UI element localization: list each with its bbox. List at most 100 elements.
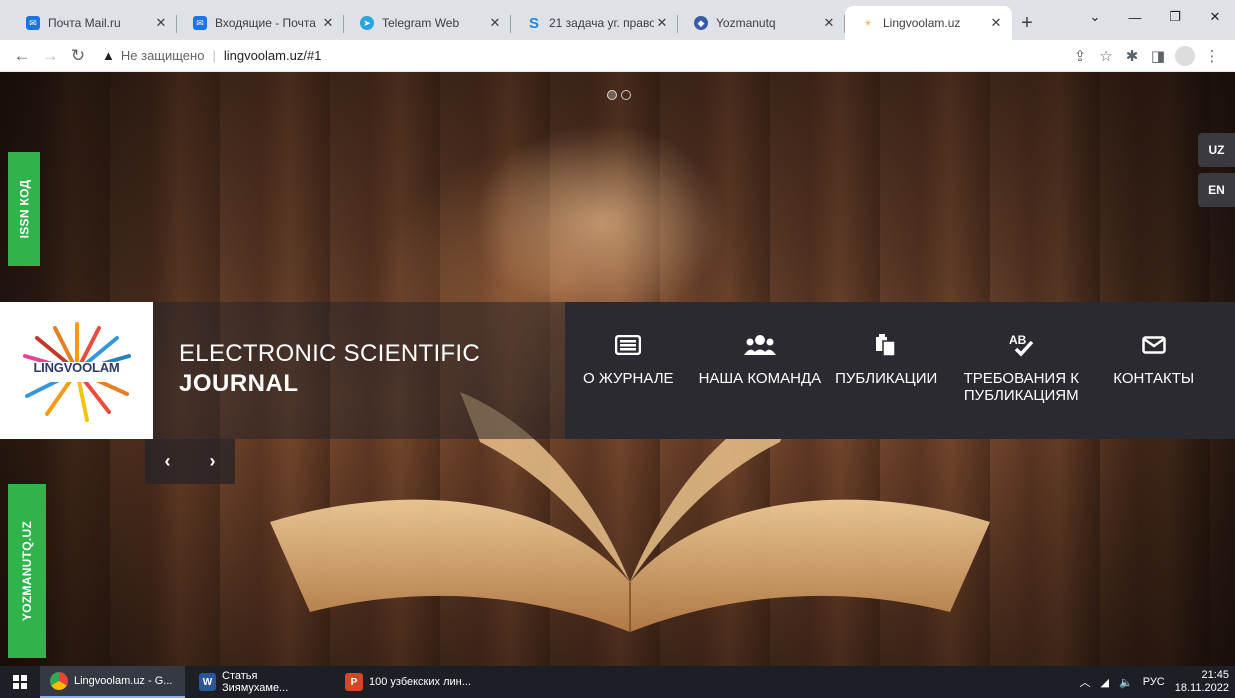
close-window-icon[interactable]: ✕ — [1195, 0, 1235, 34]
nav-team[interactable]: НАША КОМАНДА — [698, 332, 822, 439]
nav-about[interactable]: О ЖУРНАЛЕ — [583, 332, 674, 439]
close-tab-icon[interactable]: ✕ — [487, 15, 503, 31]
slider-next-button[interactable]: › — [210, 451, 216, 472]
system-tray: ︿ ◢ 🔈 РУС 21:45 18.11.2022 — [1080, 666, 1229, 698]
browser-tab[interactable]: S 21 задача уг. право - ✕ — [511, 6, 678, 40]
toolbar-icons: ⇪ ☆ ✱ ◨ ⋮ — [1067, 43, 1225, 69]
lang-button-uz[interactable]: UZ — [1198, 133, 1235, 167]
journal-title-line1: ELECTRONIC SCIENTIFIC — [179, 340, 480, 367]
tab-search-icon[interactable]: ⌄ — [1075, 0, 1115, 34]
nav-contacts-label: КОНТАКТЫ — [1113, 370, 1195, 387]
shield-icon: ◆ — [694, 16, 708, 30]
browser-tab-strip: ✉ Почта Mail.ru ✕ ✉ Входящие - Почта M ✕… — [0, 0, 1235, 40]
powerpoint-icon: P — [345, 673, 363, 691]
reload-icon[interactable]: ↻ — [66, 44, 90, 68]
browser-tab[interactable]: ➤ Telegram Web ✕ — [344, 6, 511, 40]
taskbar-item-powerpoint[interactable]: P 100 узбекских лин... — [335, 666, 481, 698]
s-icon: S — [528, 14, 539, 32]
chevron-up-icon[interactable]: ︿ — [1080, 674, 1091, 690]
nav-requirements-label: ТРЕБОВАНИЯ К ПУБЛИКАЦИЯМ — [963, 370, 1079, 404]
mail-icon: ✉ — [26, 16, 40, 30]
minimize-icon[interactable]: — — [1115, 0, 1155, 34]
windows-taskbar: Lingvoolam.uz - G... W Статья Зиямухаме.… — [0, 666, 1235, 698]
word-icon: W — [199, 673, 216, 691]
browser-toolbar: ← → ↻ ▲ Не защищено | lingvoolam.uz/#1 ⇪… — [0, 40, 1235, 72]
taskbar-item-label: Lingvoolam.uz - G... — [74, 675, 173, 687]
tab-title: Lingvoolam.uz — [883, 16, 961, 30]
yozmanutq-label: YOZMANUTQ.UZ — [20, 520, 35, 622]
clock-time: 21:45 — [1201, 669, 1229, 681]
tab-title: Входящие - Почта M — [215, 16, 320, 30]
url-text: lingvoolam.uz/#1 — [223, 48, 322, 63]
input-language[interactable]: РУС — [1143, 676, 1165, 688]
close-tab-icon[interactable]: ✕ — [821, 15, 837, 31]
clock-date: 18.11.2022 — [1174, 682, 1229, 694]
divider: | — [212, 48, 216, 63]
mail-icon: ✉ — [193, 16, 207, 30]
browser-tab[interactable]: ✉ Почта Mail.ru ✕ — [10, 6, 177, 40]
main-nav: О ЖУРНАЛЕ НАША КОМАНДА ПУБЛИКАЦИИ AB ТРЕ… — [565, 302, 1235, 439]
hero-banner: ISSN КОД YOZMANUTQ.UZ UZ EN LINGVOOLAM E… — [0, 72, 1235, 666]
security-label: Не защищено — [120, 48, 205, 63]
new-tab-button[interactable]: + — [1012, 6, 1042, 40]
network-icon[interactable]: ◢ — [1101, 676, 1109, 689]
journal-title: ELECTRONIC SCIENTIFIC JOURNAL — [153, 302, 565, 439]
nav-contacts[interactable]: КОНТАКТЫ — [1113, 332, 1194, 439]
nav-publications[interactable]: ПУБЛИКАЦИИ — [835, 332, 937, 439]
address-bar[interactable]: ▲ Не защищено | lingvoolam.uz/#1 — [94, 43, 1067, 69]
restore-icon[interactable]: ❐ — [1155, 0, 1195, 34]
tab-title: Yozmanutq — [716, 16, 776, 30]
newspaper-icon — [615, 332, 642, 358]
site-logo[interactable]: LINGVOOLAM — [0, 302, 153, 439]
nav-team-label: НАША КОМАНДА — [698, 370, 822, 387]
side-panel-icon[interactable]: ◨ — [1145, 43, 1171, 69]
taskbar-item-chrome[interactable]: Lingvoolam.uz - G... — [40, 666, 185, 698]
window-controls: ⌄ — ❐ ✕ — [1075, 0, 1235, 34]
telegram-icon: ➤ — [360, 16, 374, 30]
slider-dot[interactable] — [621, 90, 631, 100]
warning-icon[interactable]: ▲ — [102, 48, 115, 63]
nav-requirements[interactable]: AB ТРЕБОВАНИЯ К ПУБЛИКАЦИЯМ — [957, 332, 1085, 439]
close-tab-icon[interactable]: ✕ — [988, 15, 1004, 31]
windows-start-icon[interactable] — [0, 666, 40, 698]
slider-indicators — [607, 90, 631, 100]
nav-publications-label: ПУБЛИКАЦИИ — [835, 370, 938, 387]
journal-title-line2: JOURNAL — [179, 370, 299, 397]
browser-tab[interactable]: ◆ Yozmanutq ✕ — [678, 6, 845, 40]
site-header: LINGVOOLAM ELECTRONIC SCIENTIFIC JOURNAL… — [0, 302, 1235, 439]
lang-button-en[interactable]: EN — [1198, 173, 1235, 207]
close-tab-icon[interactable]: ✕ — [654, 15, 670, 31]
browser-tab[interactable]: ✉ Входящие - Почта M ✕ — [177, 6, 344, 40]
volume-icon[interactable]: 🔈 — [1119, 676, 1133, 689]
back-icon[interactable]: ← — [10, 44, 34, 68]
close-tab-icon[interactable]: ✕ — [320, 15, 336, 31]
issn-code-tab[interactable]: ISSN КОД — [8, 152, 40, 266]
envelope-icon — [1141, 332, 1166, 358]
clock[interactable]: 21:45 18.11.2022 — [1175, 669, 1229, 695]
yozmanutq-tab[interactable]: YOZMANUTQ.UZ — [8, 484, 46, 658]
profile-avatar[interactable] — [1175, 45, 1195, 66]
share-icon[interactable]: ⇪ — [1067, 43, 1093, 69]
slider-arrows: ‹ › — [145, 439, 235, 484]
slider-prev-button[interactable]: ‹ — [165, 451, 171, 472]
forward-icon[interactable]: → — [38, 44, 62, 68]
taskbar-item-label: 100 узбекских лин... — [369, 676, 471, 688]
menu-icon[interactable]: ⋮ — [1199, 43, 1225, 69]
taskbar-item-word[interactable]: W Статья Зиямухаме... — [189, 666, 331, 698]
tab-title: Почта Mail.ru — [48, 16, 121, 30]
nav-about-label: О ЖУРНАЛЕ — [583, 370, 674, 387]
taskbar-item-label: Статья Зиямухаме... — [222, 670, 289, 694]
svg-text:AB: AB — [1009, 333, 1027, 347]
star-icon: ✳ — [864, 17, 872, 28]
browser-tab-active[interactable]: ✳ Lingvoolam.uz ✕ — [845, 6, 1012, 40]
tab-title: Telegram Web — [382, 16, 460, 30]
slider-dot[interactable] — [607, 90, 617, 100]
close-tab-icon[interactable]: ✕ — [153, 15, 169, 31]
documents-icon — [875, 332, 897, 358]
users-icon — [743, 332, 777, 358]
chrome-icon — [50, 672, 68, 690]
extensions-icon[interactable]: ✱ — [1119, 43, 1145, 69]
bookmark-star-icon[interactable]: ☆ — [1093, 43, 1119, 69]
issn-code-label: ISSN КОД — [17, 179, 32, 239]
logo-text: LINGVOOLAM — [33, 360, 120, 375]
